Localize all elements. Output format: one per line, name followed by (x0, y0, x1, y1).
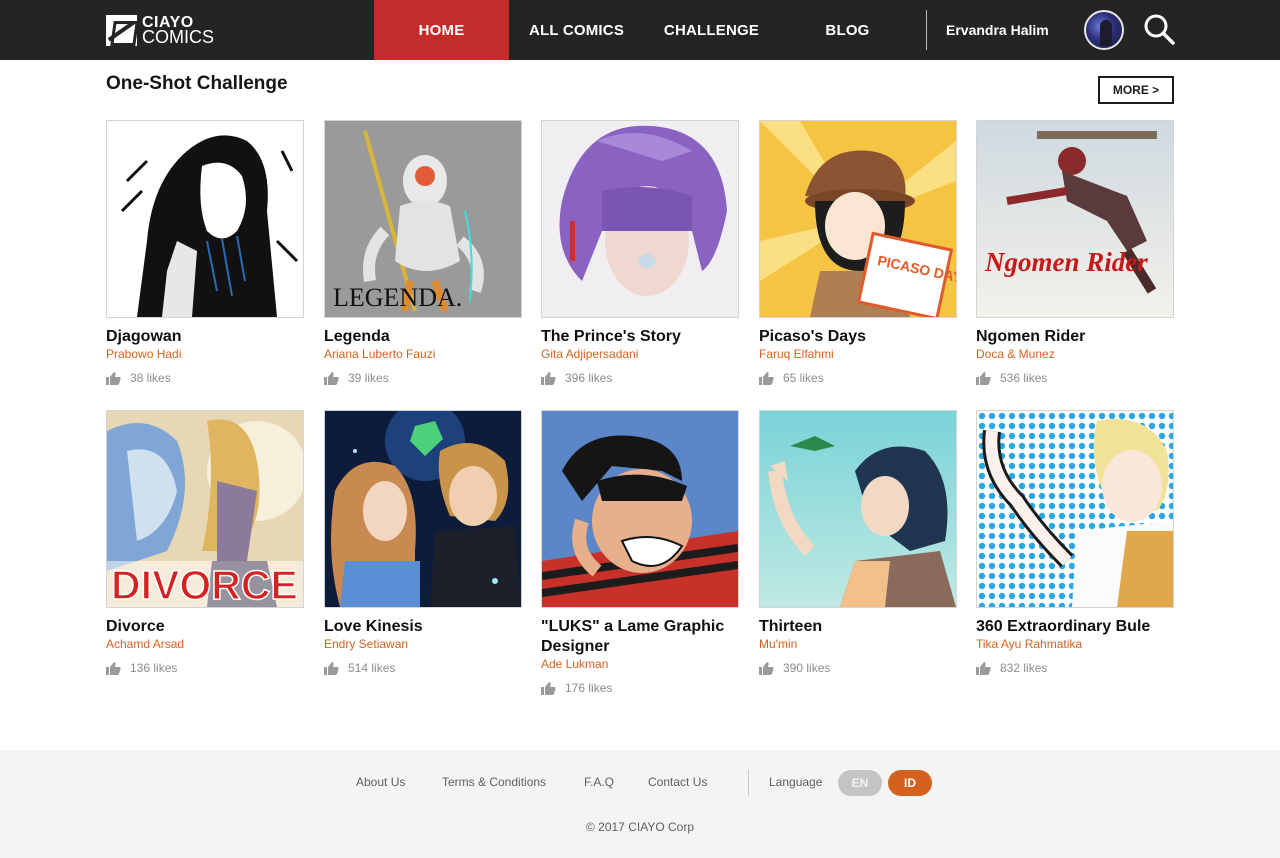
comic-title[interactable]: Love Kinesis (324, 617, 522, 637)
likes-count: 65 likes (783, 371, 824, 385)
thumbs-up-icon (759, 661, 774, 675)
likes-count: 136 likes (130, 661, 178, 675)
likes-count: 39 likes (348, 371, 389, 385)
likes-count: 514 likes (348, 661, 396, 675)
comic-cover[interactable] (324, 410, 522, 608)
comic-card-love-kinesis[interactable]: Love Kinesis Endry Setiawan 514 likes (324, 410, 522, 675)
comic-title[interactable]: Picaso's Days (759, 327, 957, 347)
comic-title[interactable]: 360 Extraordinary Bule (976, 617, 1174, 637)
thumbs-up-icon (759, 371, 774, 385)
comic-title[interactable]: Ngomen Rider (976, 327, 1174, 347)
footer-link-about-us[interactable]: About Us (356, 775, 405, 789)
likes-count: 536 likes (1000, 371, 1048, 385)
cover-text: DIVORCE (111, 562, 298, 607)
comic-cover[interactable] (759, 410, 957, 608)
cover-text: Ngomen Rider (984, 247, 1148, 277)
nav-challenge[interactable]: CHALLENGE (644, 0, 779, 60)
comic-card-luks[interactable]: "LUKS" a Lame Graphic Designer Ade Lukma… (541, 410, 739, 695)
comic-author[interactable]: Faruq Elfahmi (759, 347, 957, 361)
footer-link-contact-us[interactable]: Contact Us (648, 775, 707, 789)
cover-text: LEGENDA. (333, 283, 462, 312)
nav-blog[interactable]: BLOG (780, 0, 915, 60)
comic-cover[interactable] (106, 120, 304, 318)
comic-title[interactable]: Divorce (106, 617, 304, 637)
likes-count: 390 likes (783, 661, 831, 675)
comic-title[interactable]: The Prince's Story (541, 327, 739, 347)
comic-author[interactable]: Gita Adjipersadani (541, 347, 739, 361)
comic-cover[interactable]: PICASO DAYS (759, 120, 957, 318)
footer-link-terms[interactable]: Terms & Conditions (442, 775, 546, 789)
thumbs-up-icon (976, 371, 991, 385)
thumbs-up-icon (976, 661, 991, 675)
comic-author[interactable]: Achamd Arsad (106, 637, 304, 651)
comic-card-the-princes-story[interactable]: The Prince's Story Gita Adjipersadani 39… (541, 120, 739, 385)
nav-all-comics[interactable]: ALL COMICS (509, 0, 644, 60)
footer: About Us Terms & Conditions F.A.Q Contac… (0, 750, 1280, 858)
thumbs-up-icon (106, 661, 121, 675)
comic-author[interactable]: Endry Setiawan (324, 637, 522, 651)
likes-count: 176 likes (565, 681, 613, 695)
language-id-button[interactable]: ID (888, 770, 932, 796)
comic-card-picasos-days[interactable]: PICASO DAYS Picaso's Days Faruq Elfahmi … (759, 120, 957, 385)
thumbs-up-icon (324, 661, 339, 675)
likes-count: 396 likes (565, 371, 613, 385)
comic-cover[interactable] (976, 410, 1174, 608)
nav-home[interactable]: HOME (374, 0, 509, 60)
comic-title[interactable]: Djagowan (106, 327, 304, 347)
thumbs-up-icon (541, 681, 556, 695)
language-en-button[interactable]: EN (838, 770, 882, 796)
thumbs-up-icon (106, 371, 121, 385)
comic-title[interactable]: "LUKS" a Lame Graphic Designer (541, 617, 739, 657)
comic-title[interactable]: Legenda (324, 327, 522, 347)
user-name[interactable]: Ervandra Halim (946, 0, 1049, 60)
comic-author[interactable]: Prabowo Hadi (106, 347, 304, 361)
logo-icon (106, 14, 137, 46)
section-title: One-Shot Challenge (106, 73, 288, 94)
comic-cover[interactable]: DIVORCE (106, 410, 304, 608)
comic-author[interactable]: Tika Ayu Rahmatika (976, 637, 1174, 651)
thumbs-up-icon (541, 371, 556, 385)
comic-card-ngomen-rider[interactable]: Ngomen Rider Ngomen Rider Doca & Munez 5… (976, 120, 1174, 385)
comic-author[interactable]: Ariana Luberto Fauzi (324, 347, 522, 361)
comic-author[interactable]: Ade Lukman (541, 657, 739, 671)
nav-divider (926, 10, 927, 50)
comic-title[interactable]: Thirteen (759, 617, 957, 637)
logo-text-line2: COMICS (142, 27, 214, 47)
ciayo-logo[interactable]: CIAYO COMICS (106, 13, 214, 47)
top-navbar: CIAYO COMICS HOME ALL COMICS CHALLENGE B… (0, 0, 1280, 60)
comic-author[interactable]: Doca & Munez (976, 347, 1174, 361)
comic-cover[interactable]: Ngomen Rider (976, 120, 1174, 318)
comic-author[interactable]: Mu'min (759, 637, 957, 651)
comic-card-thirteen[interactable]: Thirteen Mu'min 390 likes (759, 410, 957, 675)
more-button[interactable]: MORE > (1098, 76, 1174, 104)
language-label: Language (769, 775, 823, 789)
comic-cover[interactable]: LEGENDA. (324, 120, 522, 318)
comic-card-legenda[interactable]: LEGENDA. Legenda Ariana Luberto Fauzi 39… (324, 120, 522, 385)
search-icon (1144, 14, 1175, 45)
likes-count: 832 likes (1000, 661, 1048, 675)
search-button[interactable] (1142, 12, 1176, 46)
footer-divider (748, 770, 749, 796)
comic-cover[interactable] (541, 120, 739, 318)
comic-card-360-extraordinary-bule[interactable]: 360 Extraordinary Bule Tika Ayu Rahmatik… (976, 410, 1174, 675)
avatar[interactable] (1084, 10, 1124, 50)
thumbs-up-icon (324, 371, 339, 385)
comic-card-djagowan[interactable]: Djagowan Prabowo Hadi 38 likes (106, 120, 304, 385)
likes-count: 38 likes (130, 371, 171, 385)
comic-card-divorce[interactable]: DIVORCE Divorce Achamd Arsad 136 likes (106, 410, 304, 675)
copyright: © 2017 CIAYO Corp (586, 820, 694, 834)
comic-cover[interactable] (541, 410, 739, 608)
footer-link-faq[interactable]: F.A.Q (584, 775, 614, 789)
